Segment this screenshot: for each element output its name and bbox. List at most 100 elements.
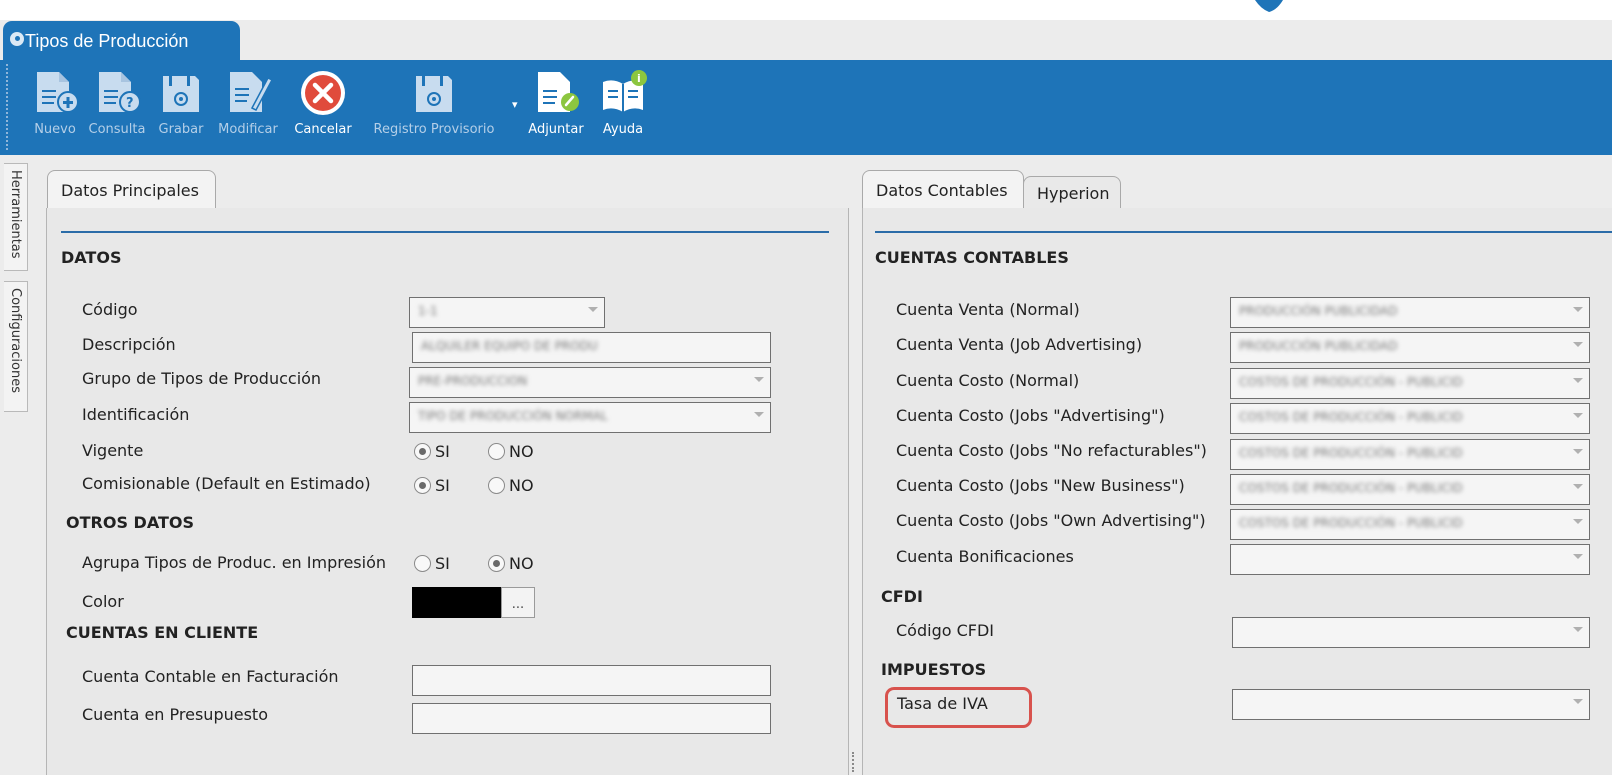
window-tab-bar: Tipos de Producción bbox=[0, 20, 1612, 61]
cancel-icon bbox=[301, 71, 345, 115]
side-tab-herramientas[interactable]: Herramientas bbox=[4, 163, 28, 271]
radio-selected-icon bbox=[414, 443, 431, 460]
descripcion-input[interactable]: ALQUILER EQUIPO DE PRODU bbox=[412, 332, 771, 363]
new-document-icon bbox=[37, 72, 79, 113]
comisionable-si-radio[interactable]: SI bbox=[414, 476, 450, 495]
comisionable-si-label: SI bbox=[435, 476, 450, 495]
cuenta-costo-own-advertising-select[interactable]: COSTOS DE PRODUCCIÓN - PUBLICID bbox=[1230, 509, 1590, 540]
cuenta-costo-advertising-label: Cuenta Costo (Jobs "Advertising") bbox=[896, 406, 1165, 425]
tab-datos-principales[interactable]: Datos Principales bbox=[47, 170, 216, 210]
cuenta-venta-normal-label: Cuenta Venta (Normal) bbox=[896, 300, 1080, 319]
tab-hyperion[interactable]: Hyperion bbox=[1023, 176, 1121, 210]
side-tab-configuraciones[interactable]: Configuraciones bbox=[4, 281, 28, 412]
agrupa-si-label: SI bbox=[435, 554, 450, 573]
attach-button-label: Adjuntar bbox=[528, 122, 584, 137]
identificacion-select[interactable]: TIPO DE PRODUCCIÓN NORMAL bbox=[409, 402, 771, 433]
agrupa-no-radio[interactable]: NO bbox=[488, 554, 534, 573]
edit-document-icon bbox=[230, 72, 274, 112]
grupo-select[interactable]: PRE-PRODUCCION bbox=[409, 367, 771, 398]
cuenta-venta-job-value: PRODUCCIÓN PUBLICIDAD bbox=[1239, 339, 1398, 353]
provisional-save-button-label: Registro Provisorio bbox=[373, 122, 495, 137]
cuenta-costo-normal-select[interactable]: COSTOS DE PRODUCCIÓN - PUBLICID bbox=[1230, 368, 1590, 399]
edit-button[interactable]: Modificar bbox=[213, 68, 283, 148]
cuenta-costo-own-advertising-value: COSTOS DE PRODUCCIÓN - PUBLICID bbox=[1239, 516, 1463, 530]
panel-splitter[interactable] bbox=[852, 752, 858, 772]
comisionable-label: Comisionable (Default en Estimado) bbox=[82, 474, 371, 493]
codigo-cfdi-select[interactable] bbox=[1232, 617, 1590, 648]
comisionable-no-radio[interactable]: NO bbox=[488, 476, 534, 495]
cuenta-costo-advertising-select[interactable]: COSTOS DE PRODUCCIÓN - PUBLICID bbox=[1230, 403, 1590, 434]
vigente-no-label: NO bbox=[509, 442, 534, 461]
query-button-label: Consulta bbox=[88, 122, 146, 137]
color-label: Color bbox=[82, 592, 124, 611]
grupo-label: Grupo de Tipos de Producción bbox=[82, 369, 322, 388]
identificacion-value: TIPO DE PRODUCCIÓN NORMAL bbox=[418, 409, 608, 423]
identificacion-label: Identificación bbox=[82, 405, 190, 424]
side-tab-configuraciones-label: Configuraciones bbox=[8, 288, 23, 393]
color-picker-button[interactable]: ... bbox=[501, 587, 535, 618]
cancel-button[interactable]: Cancelar bbox=[289, 68, 357, 148]
agrupa-si-radio[interactable]: SI bbox=[414, 554, 450, 573]
svg-text:i: i bbox=[637, 72, 641, 85]
cuenta-costo-no-refacturables-select[interactable]: COSTOS DE PRODUCCIÓN - PUBLICID bbox=[1230, 439, 1590, 470]
cuenta-costo-no-refacturables-value: COSTOS DE PRODUCCIÓN - PUBLICID bbox=[1239, 446, 1463, 460]
cuenta-costo-advertising-value: COSTOS DE PRODUCCIÓN - PUBLICID bbox=[1239, 410, 1463, 424]
app-tab-title: Tipos de Producción bbox=[25, 30, 189, 51]
cuenta-venta-normal-select[interactable]: PRODUCCIÓN PUBLICIDAD bbox=[1230, 297, 1590, 328]
cuenta-presupuesto-input[interactable] bbox=[412, 703, 771, 734]
agrupa-label: Agrupa Tipos de Produc. en Impresión bbox=[82, 553, 387, 572]
section-cuentas-cliente: CUENTAS EN CLIENTE bbox=[66, 623, 259, 642]
radio-selected-icon bbox=[488, 555, 505, 572]
cuenta-costo-new-business-value: COSTOS DE PRODUCCIÓN - PUBLICID bbox=[1239, 481, 1463, 495]
tab-datos-contables-label: Datos Contables bbox=[876, 181, 1008, 200]
vigente-si-label: SI bbox=[435, 442, 450, 461]
side-tab-herramientas-label: Herramientas bbox=[8, 170, 23, 259]
cuenta-bonificaciones-select[interactable] bbox=[1230, 544, 1590, 575]
query-button[interactable]: ? Consulta bbox=[86, 68, 148, 148]
query-document-icon: ? bbox=[99, 72, 141, 113]
cuenta-venta-job-select[interactable]: PRODUCCIÓN PUBLICIDAD bbox=[1230, 332, 1590, 363]
tasa-iva-select[interactable] bbox=[1232, 689, 1590, 720]
toolbar-grip[interactable] bbox=[6, 64, 9, 150]
cuenta-facturacion-input[interactable] bbox=[412, 665, 771, 696]
chevron-down-icon bbox=[1573, 484, 1583, 489]
provisional-save-button[interactable]: Registro Provisorio bbox=[364, 68, 504, 148]
vigente-si-radio[interactable]: SI bbox=[414, 442, 450, 461]
chevron-down-icon bbox=[754, 377, 764, 382]
app-tab[interactable]: Tipos de Producción bbox=[3, 21, 240, 61]
color-swatch[interactable] bbox=[412, 587, 501, 618]
codigo-label: Código bbox=[82, 300, 138, 319]
chevron-down-icon bbox=[1573, 699, 1583, 704]
vigente-no-radio[interactable]: NO bbox=[488, 442, 534, 461]
tasa-iva-label: Tasa de IVA bbox=[897, 694, 988, 713]
chevron-down-icon bbox=[754, 412, 764, 417]
cuenta-venta-normal-value: PRODUCCIÓN PUBLICIDAD bbox=[1239, 304, 1398, 318]
new-button[interactable]: Nuevo bbox=[28, 68, 82, 148]
cuenta-venta-job-label: Cuenta Venta (Job Advertising) bbox=[896, 335, 1143, 354]
section-impuestos: IMPUESTOS bbox=[881, 660, 987, 679]
help-book-icon: i bbox=[603, 70, 647, 112]
chevron-down-icon bbox=[1573, 519, 1583, 524]
codigo-cfdi-label: Código CFDI bbox=[896, 621, 995, 640]
attach-button[interactable]: Adjuntar bbox=[524, 68, 588, 148]
save-disk-icon bbox=[163, 76, 199, 112]
grupo-value: PRE-PRODUCCION bbox=[418, 374, 528, 388]
save-button[interactable]: Grabar bbox=[153, 68, 209, 148]
toolbar-overflow-caret[interactable]: ▾ bbox=[512, 98, 518, 111]
help-button[interactable]: i Ayuda bbox=[596, 68, 650, 148]
new-button-label: Nuevo bbox=[34, 122, 76, 137]
corner-logo-fragment bbox=[1255, 0, 1283, 12]
cuenta-costo-new-business-select[interactable]: COSTOS DE PRODUCCIÓN - PUBLICID bbox=[1230, 474, 1590, 505]
radio-empty-icon bbox=[414, 555, 431, 572]
chevron-down-icon bbox=[1573, 627, 1583, 632]
tab-datos-contables[interactable]: Datos Contables bbox=[862, 170, 1024, 210]
cuenta-costo-new-business-label: Cuenta Costo (Jobs "New Business") bbox=[896, 476, 1185, 495]
svg-text:?: ? bbox=[126, 96, 134, 111]
radio-empty-icon bbox=[488, 443, 505, 460]
help-button-label: Ayuda bbox=[602, 122, 644, 137]
top-strip bbox=[0, 0, 1612, 20]
codigo-select[interactable]: 1-1 bbox=[409, 297, 605, 328]
chevron-down-icon bbox=[1573, 342, 1583, 347]
attach-icon bbox=[538, 72, 579, 112]
cuenta-presupuesto-label: Cuenta en Presupuesto bbox=[82, 705, 268, 724]
